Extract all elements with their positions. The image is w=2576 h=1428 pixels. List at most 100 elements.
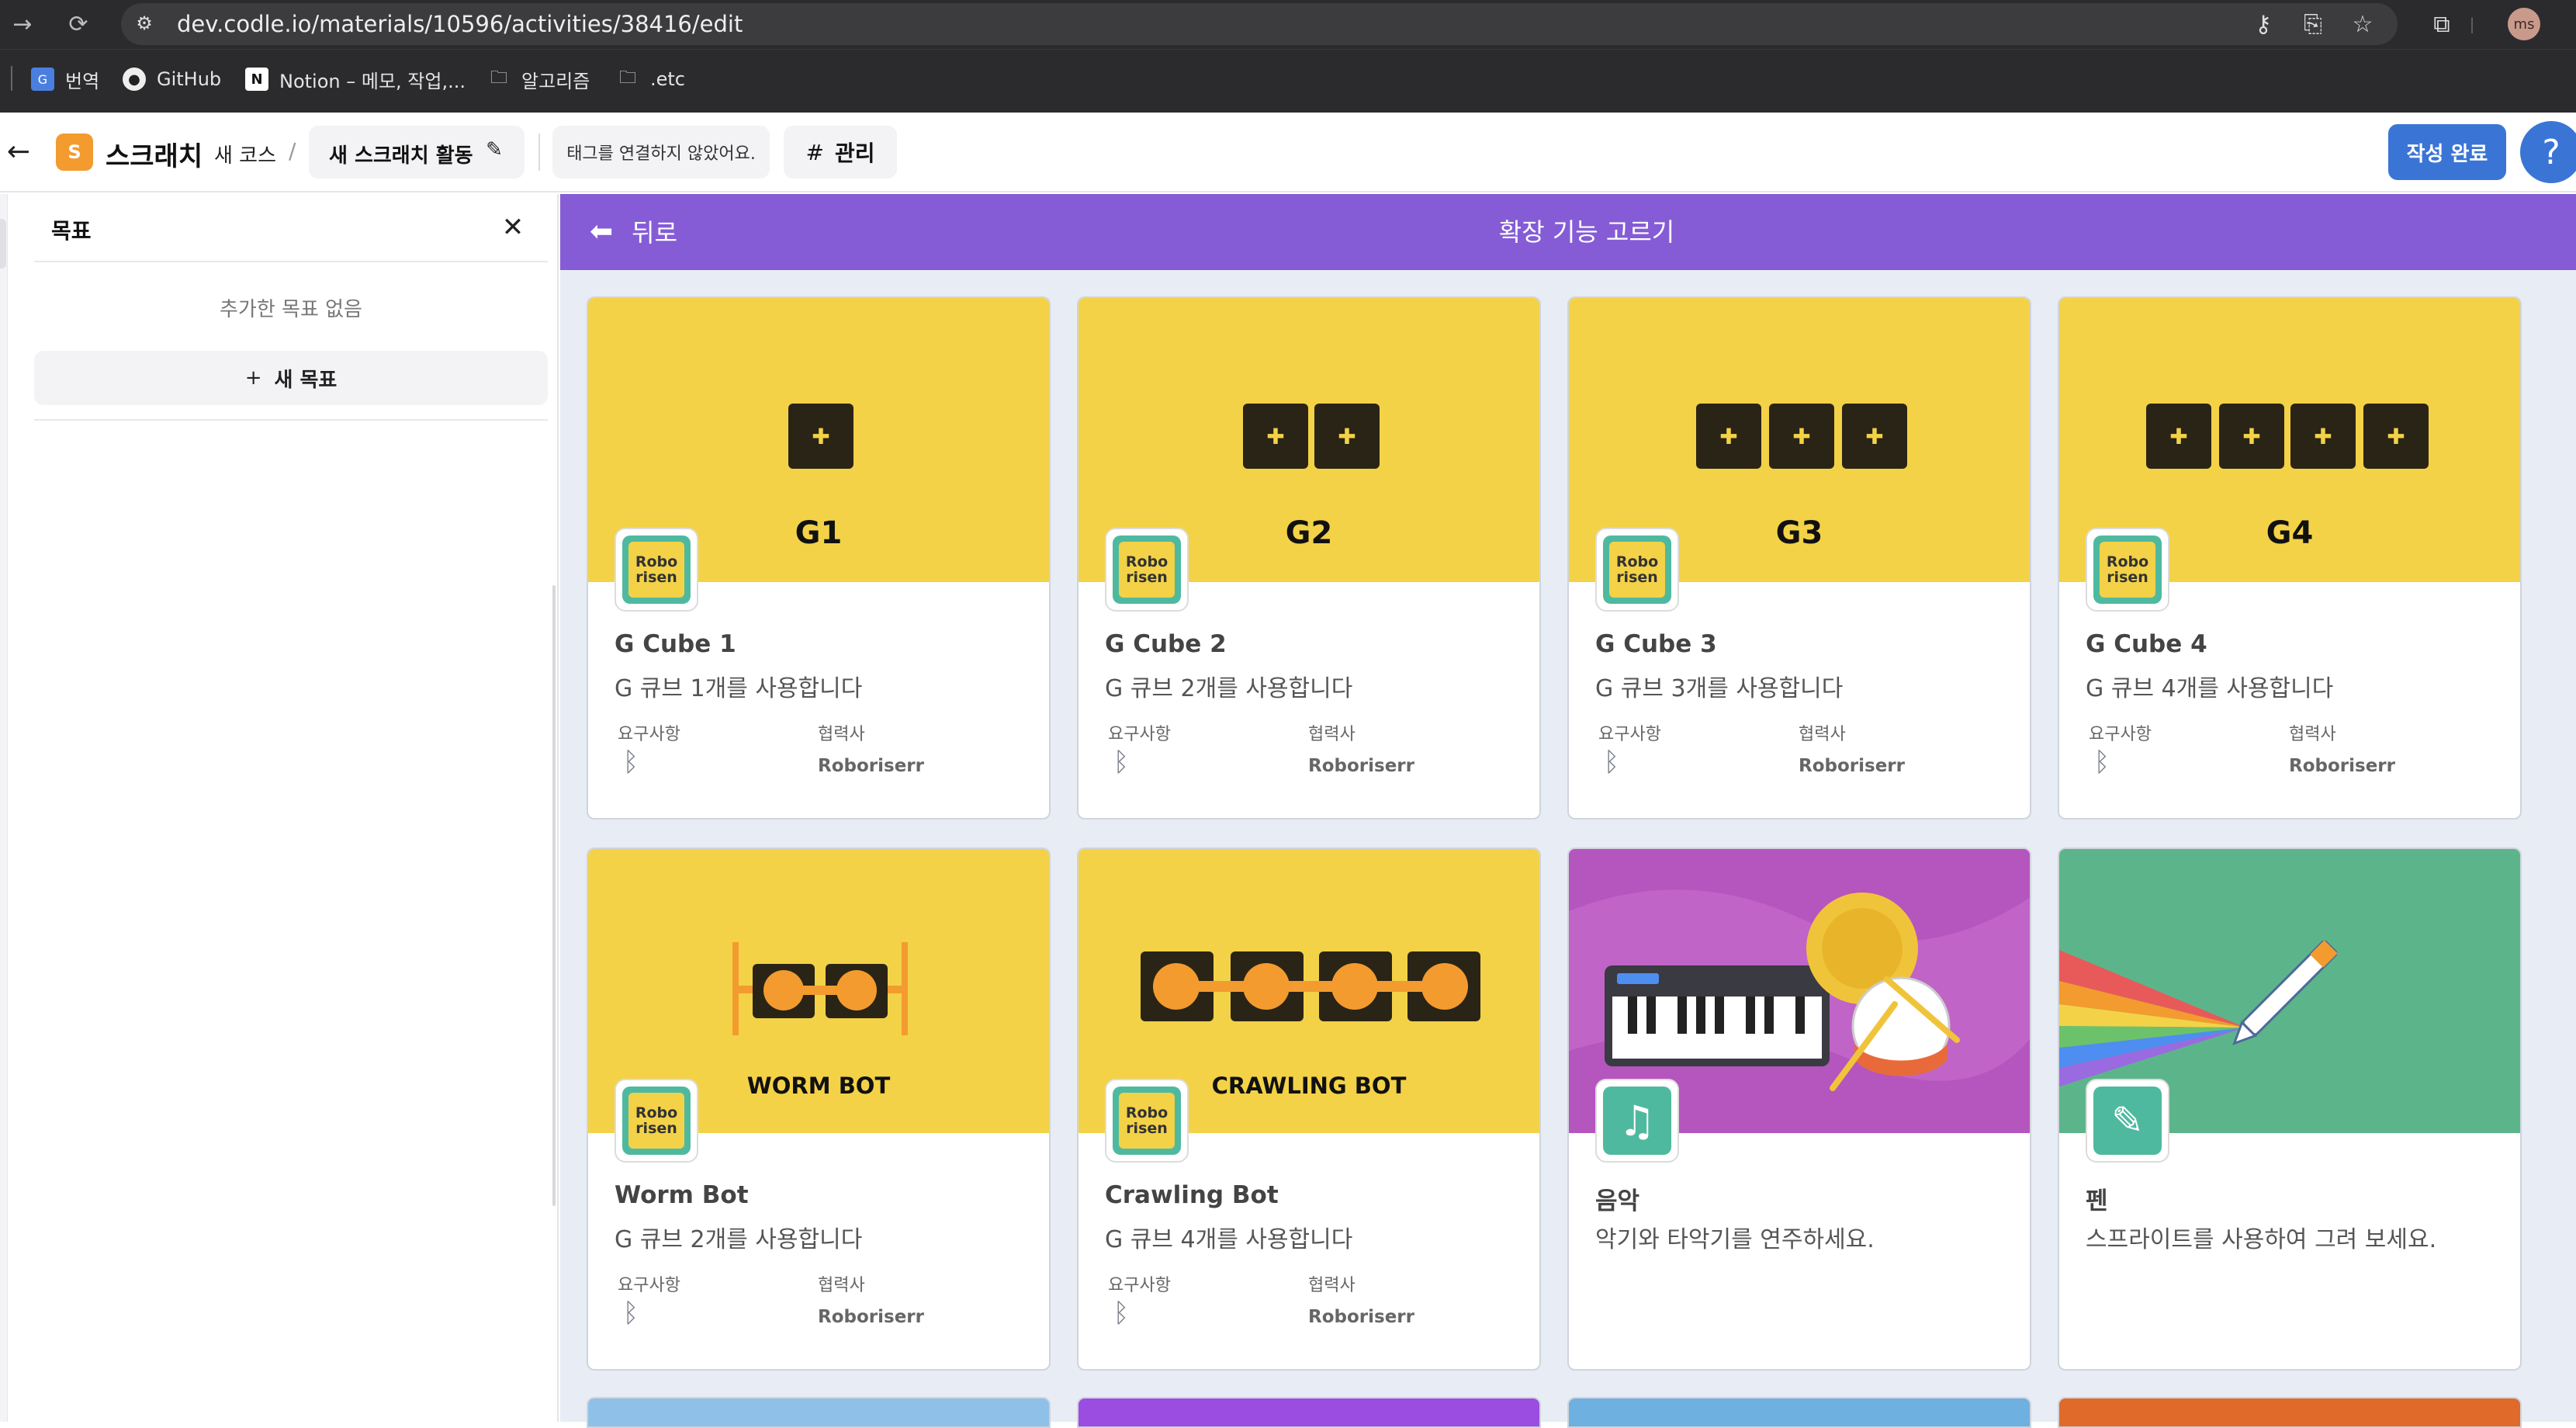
roborisen-logo: Robo risen	[2086, 528, 2169, 612]
extension-card-music[interactable]: ♫ 음악 악기와 타악기를 연주하세요.	[1567, 847, 2031, 1371]
roborisen-logo: Robo risen	[615, 1079, 698, 1163]
plus-icon: +	[244, 366, 262, 390]
back-button[interactable]: ⬅ 뒤로	[590, 211, 677, 251]
close-icon[interactable]: ✕	[497, 211, 529, 244]
g-cube-icon: ✚	[1696, 404, 1761, 469]
breadcrumb-course[interactable]: 새 코스	[214, 140, 276, 168]
toolbar-divider: |	[2469, 15, 2475, 33]
bookmark-star-icon[interactable]: ☆	[2346, 8, 2379, 40]
bookmark-folder-etc[interactable]: 🗀 .etc	[616, 65, 685, 93]
card-name: Crawling Bot	[1105, 1181, 1279, 1209]
manage-tags-button[interactable]: # 관리	[784, 126, 897, 178]
extension-card-next[interactable]	[2058, 1397, 2522, 1428]
sidebar-scrollbar[interactable]	[552, 585, 556, 1206]
roborisen-logo: Robo risen	[1105, 528, 1189, 612]
roborisen-logo: Robo risen	[1105, 1079, 1189, 1163]
goals-title: 목표	[51, 218, 92, 244]
partner-name: Roboriserr	[1308, 756, 1414, 776]
help-icon[interactable]: ?	[2520, 121, 2576, 183]
partner-label: 협력사	[1308, 1276, 1356, 1295]
sidebar-divider	[34, 261, 548, 262]
bookmark-label: 번역	[65, 70, 100, 92]
bluetooth-icon: ᛒ	[1113, 747, 1130, 778]
extensions-icon[interactable]: ⧉	[2425, 8, 2458, 40]
g-cube-icon: ✚	[2363, 404, 2429, 469]
back-label: 뒤로	[632, 218, 678, 248]
extension-card-gcube4[interactable]: ✚ ✚ ✚ ✚ G4 Robo risen G Cube 4 G 큐브 4개를 사…	[2058, 296, 2522, 820]
g-cube-icon: ✚	[2219, 404, 2284, 469]
extension-card-gcube1[interactable]: ✚ G1 Robo risen G Cube 1 G 큐브 1개를 사용합니다 요…	[587, 296, 1051, 820]
rail-tab[interactable]	[0, 219, 6, 269]
bluetooth-icon: ᛒ	[2093, 747, 2110, 778]
g-cube-icon: ✚	[2146, 404, 2211, 469]
card-description: G 큐브 1개를 사용합니다	[615, 675, 863, 702]
profile-avatar[interactable]: ms	[2508, 8, 2540, 40]
music-note-icon: ♫	[1595, 1079, 1679, 1163]
folder-icon: 🗀	[618, 68, 636, 88]
card-description: G 큐브 2개를 사용합니다	[615, 1226, 863, 1253]
extension-card-gcube3[interactable]: ✚ ✚ ✚ G3 Robo risen G Cube 3 G 큐브 3개를 사용합…	[1567, 296, 2031, 820]
bookmark-notion[interactable]: N Notion – 메모, 작업,...	[245, 65, 466, 93]
notion-icon: N	[245, 68, 268, 91]
bookmark-label: GitHub	[157, 68, 222, 90]
back-arrow-icon[interactable]: ←	[3, 133, 34, 169]
g-cube-icon: ✚	[1314, 404, 1380, 469]
extension-card-wormbot[interactable]: WORM BOT Robo risen Worm Bot G 큐브 2개를 사용합…	[587, 847, 1051, 1371]
roborisen-logo: Robo risen	[615, 528, 698, 612]
bluetooth-icon: ᛒ	[622, 1298, 639, 1329]
extension-card-pen[interactable]: ✎ 펜 스프라이트를 사용하여 그려 보세요.	[2058, 847, 2522, 1371]
install-app-icon[interactable]: ⎘	[2297, 8, 2329, 40]
goals-empty-text: 추가한 목표 없음	[220, 298, 362, 321]
new-goal-label: 새 목표	[274, 368, 338, 392]
partner-name: Roboriserr	[1308, 1307, 1414, 1327]
tag-status-button[interactable]: 태그를 연결하지 않았어요.	[552, 126, 770, 178]
forward-icon[interactable]: →	[5, 6, 40, 42]
site-info-icon[interactable]: ⚙	[132, 11, 157, 36]
bluetooth-icon: ᛒ	[1113, 1298, 1130, 1329]
sidebar-divider	[34, 419, 548, 421]
partner-label: 협력사	[1308, 725, 1356, 744]
save-done-button[interactable]: 작성 완료	[2388, 124, 2506, 180]
partner-label: 협력사	[1799, 725, 1846, 744]
extension-card-next[interactable]	[1077, 1397, 1541, 1428]
sidebar-border	[557, 194, 559, 1422]
partner-name: Roboriserr	[2289, 756, 2395, 776]
card-description: G 큐브 4개를 사용합니다	[1105, 1226, 1353, 1253]
partner-name: Roboriserr	[818, 756, 924, 776]
password-key-icon[interactable]: ⚷	[2247, 8, 2280, 40]
card-description: G 큐브 2개를 사용합니다	[1105, 675, 1353, 702]
folder-icon: 🗀	[490, 68, 507, 88]
bookmark-label: 알고리즘	[521, 70, 590, 92]
bookmarks-divider	[11, 66, 12, 91]
extension-card-gcube2[interactable]: ✚ ✚ G2 Robo risen G Cube 2 G 큐브 2개를 사용합니다…	[1077, 296, 1541, 820]
scratch-logo: S	[56, 133, 93, 171]
extension-card-next[interactable]	[1567, 1397, 2031, 1428]
bookmark-translate[interactable]: G 번역	[31, 65, 99, 93]
extension-card-crawlingbot[interactable]: CRAWLING BOT Robo risen Crawling Bot G 큐브…	[1077, 847, 1541, 1371]
new-goal-button[interactable]: + 새 목표	[34, 351, 548, 405]
edit-pencil-icon[interactable]: ✎	[481, 137, 507, 163]
card-name: G Cube 4	[2086, 630, 2207, 658]
requirements-label: 요구사항	[1108, 1276, 1171, 1295]
app-name: 스크래치	[106, 141, 203, 172]
bookmark-github[interactable]: ● GitHub	[123, 65, 221, 93]
bluetooth-icon: ᛒ	[1603, 747, 1620, 778]
partner-name: Roboriserr	[818, 1307, 924, 1327]
github-icon: ●	[123, 68, 146, 91]
card-description: G 큐브 4개를 사용합니다	[2086, 675, 2334, 702]
bookmark-folder-algorithm[interactable]: 🗀 알고리즘	[487, 65, 590, 93]
card-description: G 큐브 3개를 사용합니다	[1595, 675, 1844, 702]
partner-name: Roboriserr	[1799, 756, 1905, 776]
requirements-label: 요구사항	[2089, 725, 2152, 744]
card-description: 스프라이트를 사용하여 그려 보세요.	[2086, 1226, 2437, 1253]
extension-card-next[interactable]	[587, 1397, 1051, 1428]
g-cube-icon: ✚	[1769, 404, 1834, 469]
card-name: G Cube 2	[1105, 630, 1227, 658]
card-name: 음악	[1595, 1187, 1640, 1215]
card-name: G Cube 1	[615, 630, 736, 658]
card-description: 악기와 타악기를 연주하세요.	[1595, 1226, 1875, 1253]
reload-icon[interactable]: ⟳	[61, 6, 96, 42]
card-name: 펜	[2086, 1187, 2108, 1215]
url-text[interactable]: dev.codle.io/materials/10596/activities/…	[177, 11, 743, 37]
activity-title[interactable]: 새 스크래치 활동	[329, 140, 473, 168]
